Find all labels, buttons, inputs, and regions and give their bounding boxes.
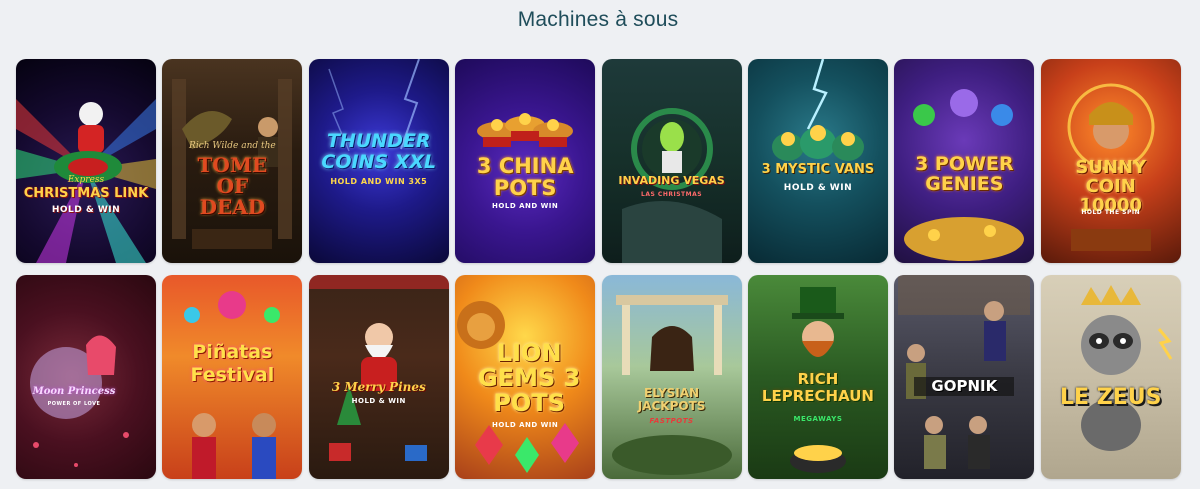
game-logo-text: Thunder Coins XXL (321, 130, 437, 173)
game-tile-invading-vegas[interactable]: Invading Vegas Las Christmas (601, 59, 742, 263)
game-tile-elysian-jackpots[interactable]: Elysian Jackpots Fastpots (601, 275, 742, 479)
game-tagline: Hold & Win (351, 397, 406, 405)
game-tile-lion-gems-3-pots[interactable]: Lion Gems 3 Pots Hold and Win (455, 275, 596, 479)
game-subtitle-small: Rich Wilde and the (189, 141, 276, 151)
games-grid: Express Christmas Link Hold & Win Rich W… (16, 59, 1181, 479)
game-logo-text: Le Zeus (1060, 385, 1162, 410)
game-logo-text: 3 Power Genies (915, 153, 1014, 195)
section-title: Machines à sous (517, 8, 679, 31)
light-rays-icon (16, 99, 156, 263)
game-tagline: Hold and Win 3x5 (330, 177, 428, 186)
game-logo-text: Elysian Jackpots (637, 386, 706, 414)
game-tagline: Hold the Spin (1081, 209, 1141, 216)
game-logo-text: 3 Merry Pines (331, 380, 426, 394)
game-tile-3-mystic-vans[interactable]: 3 Mystic Vans Hold & Win (747, 59, 888, 263)
game-tile-tome-of-dead[interactable]: Rich Wilde and the Tome of Dead (162, 59, 303, 263)
game-tile-3-china-pots[interactable]: 3 China Pots Hold and Win (455, 59, 596, 263)
game-tagline: Hold and Win (492, 202, 559, 210)
game-logo-text: Christmas Link (23, 186, 149, 201)
game-tagline: Las Christmas (641, 191, 703, 198)
game-logo-text: Gopnik (914, 377, 1015, 396)
slots-section: Machines à sous Express Christma (0, 0, 1200, 489)
raccoon-icon (1080, 285, 1173, 451)
game-tagline: Hold and Win (492, 421, 559, 429)
game-tagline: Hold & Win (51, 205, 121, 215)
game-tagline: Fastpots (649, 417, 694, 425)
game-tile-gopnik[interactable]: Gopnik (894, 275, 1035, 479)
game-tile-moon-princess[interactable]: Moon Princess Power of Love (16, 275, 156, 479)
game-tile-pinatas-festival[interactable]: Piñatas Festival (162, 275, 303, 479)
game-logo-text: Lion Gems 3 Pots (478, 339, 581, 418)
santa-icon (308, 275, 449, 461)
lightning-icon (771, 59, 864, 161)
game-tile-3-merry-pines[interactable]: 3 Merry Pines Hold & Win (308, 275, 449, 479)
game-tile-le-zeus[interactable]: Le Zeus (1040, 275, 1181, 479)
game-tile-christmas-link[interactable]: Express Christmas Link Hold & Win (16, 59, 156, 263)
temple-icon (611, 295, 732, 475)
alien-icon (621, 108, 722, 263)
game-tile-3-power-genies[interactable]: 3 Power Genies (894, 59, 1035, 263)
moon-icon (30, 335, 129, 467)
game-logo-text: Sunny Coin 10000 (1075, 157, 1147, 216)
game-tagline: Hold & Win (783, 183, 853, 193)
game-logo-text: Piñatas Festival (190, 341, 275, 386)
game-logo-text: 3 Mystic Vans (761, 162, 875, 177)
game-tile-thunder-coins-xxl[interactable]: Thunder Coins XXL Hold and Win 3x5 (308, 59, 449, 263)
game-logo-text: Tome of Dead (197, 153, 268, 219)
game-tagline: Megaways (793, 415, 843, 423)
game-tagline: Power of Love (47, 401, 101, 407)
game-subtitle-small: Express (67, 175, 105, 185)
game-logo-text: 3 China Pots (476, 154, 574, 201)
game-tile-sunny-coin-10000[interactable]: Sunny Coin 10000 Hold the Spin (1040, 59, 1181, 263)
game-tile-rich-leprechaun[interactable]: Rich Leprechaun Megaways (747, 275, 888, 479)
game-logo-text: Moon Princess (32, 386, 116, 397)
game-logo-text: Invading Vegas (618, 174, 725, 187)
game-logo-text: Rich Leprechaun (761, 370, 874, 405)
